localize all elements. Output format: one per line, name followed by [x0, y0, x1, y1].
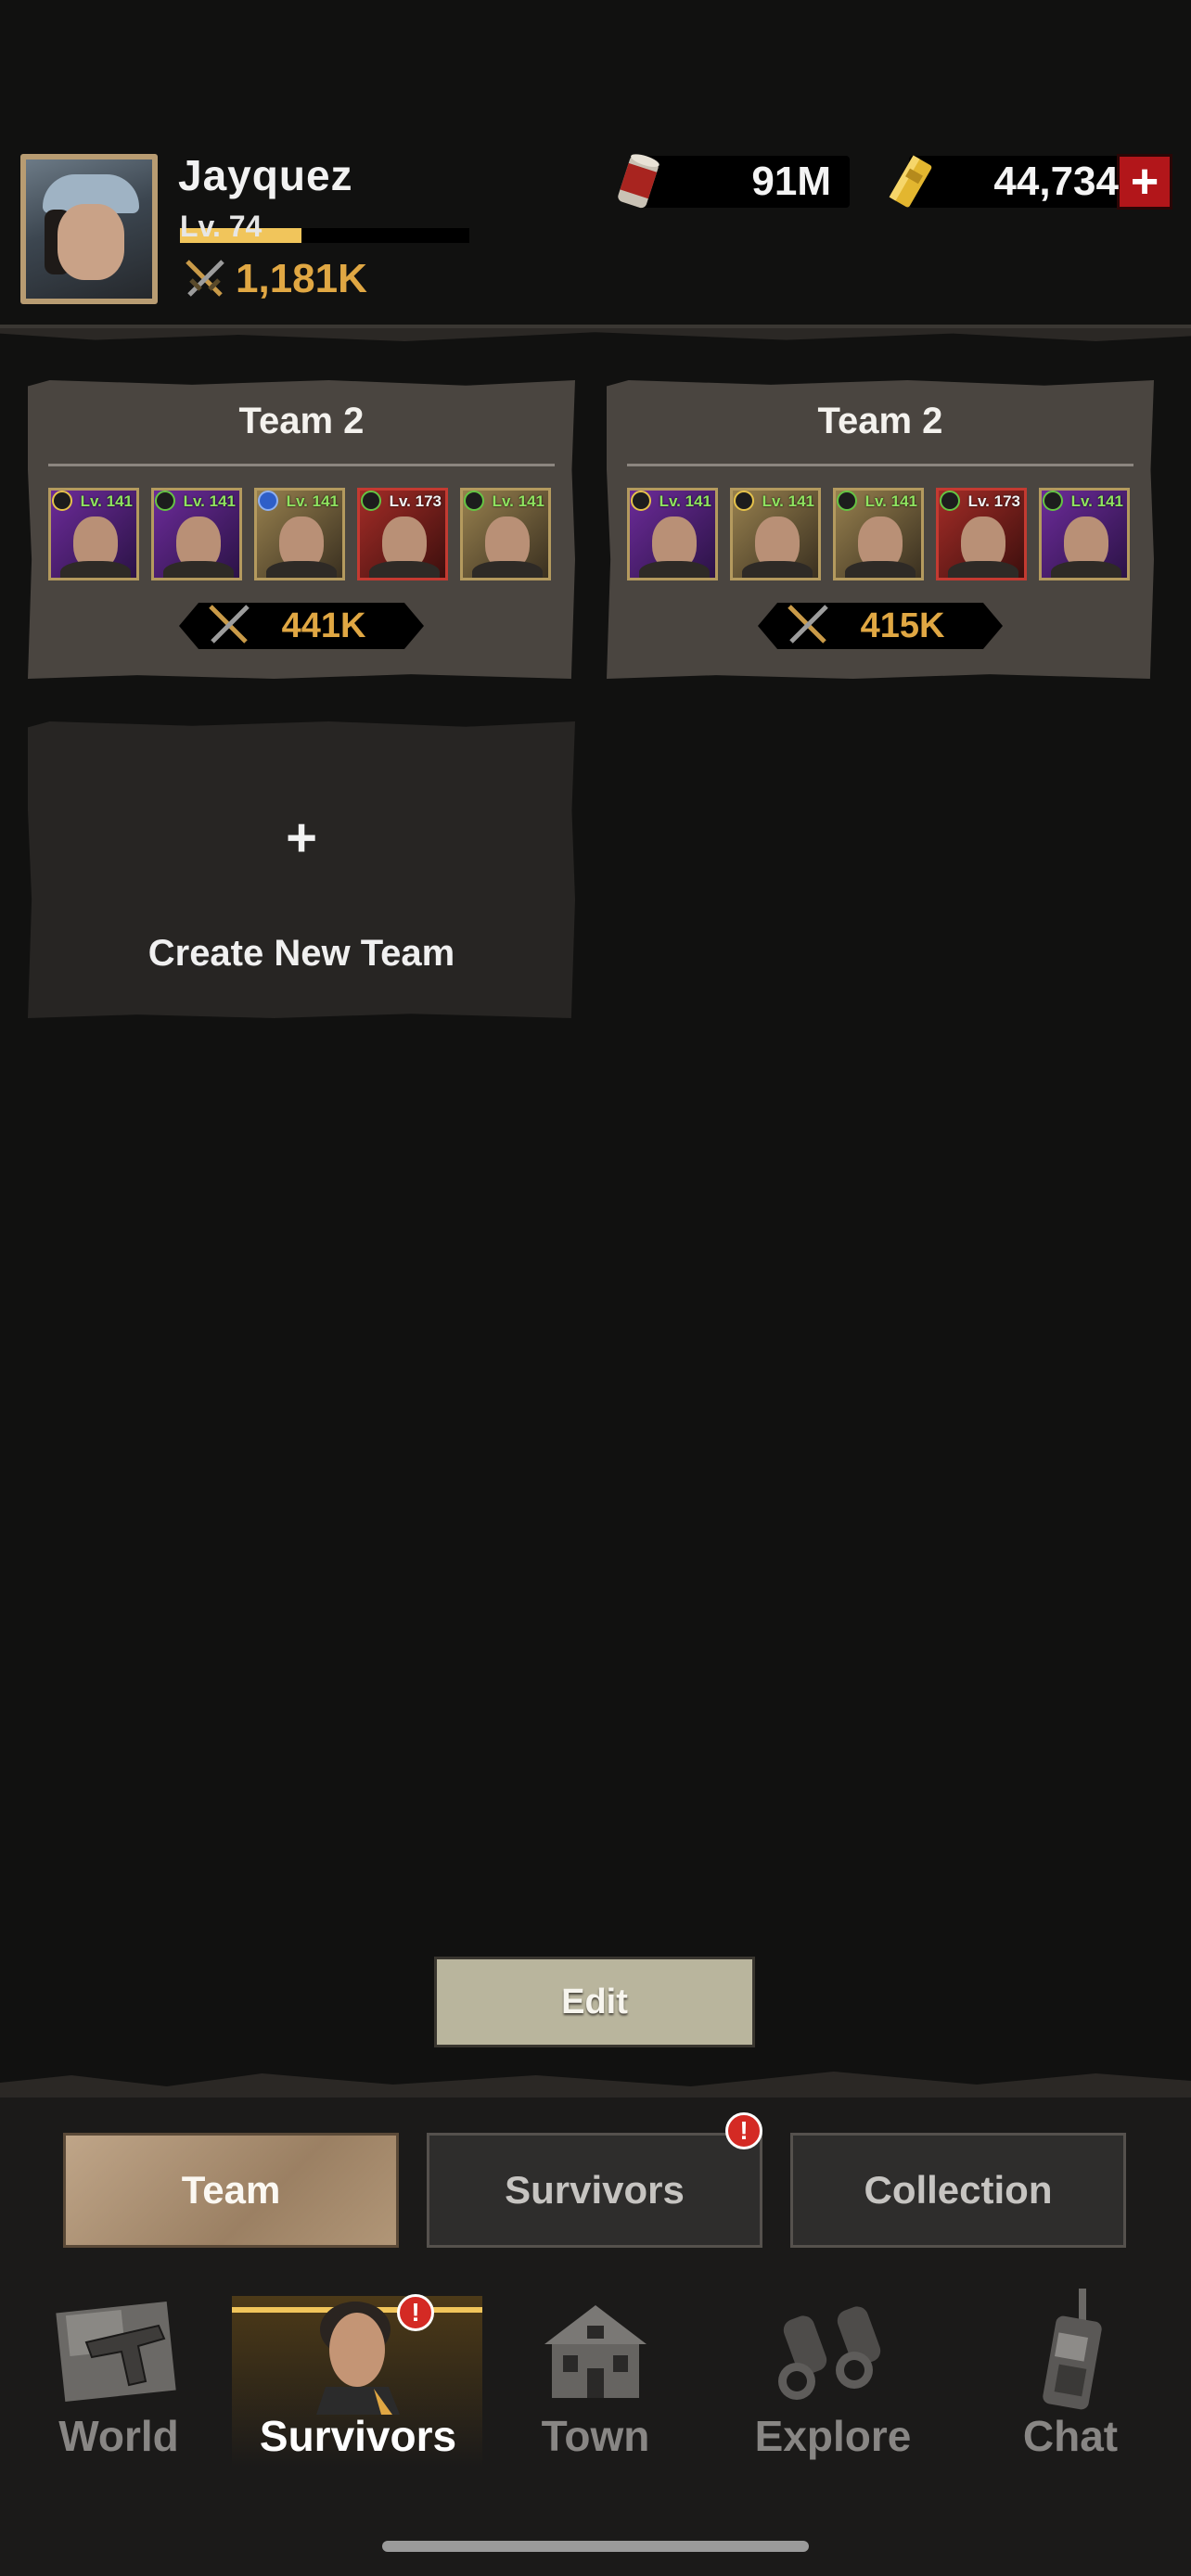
crossed-swords-icon [209, 605, 250, 644]
faction-badge-icon [1043, 491, 1063, 511]
nav-label: World [58, 2412, 179, 2460]
nav-label: Survivors [259, 2412, 457, 2460]
team-card-1[interactable]: Team 2 Lv. 141 Lv. 141 Lv. 141 Lv. 173 L… [28, 380, 575, 679]
gold-bar-icon [889, 155, 932, 208]
crossed-swords-icon [186, 260, 224, 297]
faction-badge-icon [155, 491, 175, 511]
member-level: Lv. 173 [967, 492, 1020, 510]
house-icon [544, 2305, 647, 2398]
food-resource[interactable]: 91M [610, 148, 852, 215]
player-power: 1,181K [182, 256, 367, 302]
team-member-portrait: Lv. 141 [730, 488, 821, 580]
torn-edge-decoration [0, 2072, 1191, 2098]
nav-town[interactable]: Town [477, 2281, 714, 2467]
team-card-2[interactable]: Team 2 Lv. 141 Lv. 141 Lv. 141 Lv. 173 L… [607, 380, 1154, 679]
alert-badge-icon: ! [725, 2112, 762, 2149]
member-level: Lv. 141 [864, 492, 917, 510]
faction-badge-icon [361, 491, 381, 511]
tab-survivors[interactable]: Survivors [427, 2133, 762, 2248]
team-title: Team 2 [238, 401, 365, 441]
member-level: Lv. 141 [762, 492, 814, 510]
faction-badge-icon [258, 491, 278, 511]
team-title: Team 2 [817, 401, 943, 441]
food-amount: 91M [751, 159, 831, 204]
team-member-portrait: Lv. 173 [357, 488, 448, 580]
create-new-team-button[interactable]: + Create New Team [28, 721, 575, 1018]
nav-survivors[interactable]: Survivors [239, 2281, 477, 2467]
edit-button[interactable]: Edit [434, 1957, 755, 2047]
member-level: Lv. 141 [659, 492, 711, 510]
canned-food-icon [618, 154, 660, 209]
team-member-portrait: Lv. 173 [936, 488, 1027, 580]
team-power: 441K [179, 603, 424, 649]
member-level: Lv. 173 [389, 492, 442, 510]
crossed-swords-icon [788, 605, 828, 644]
team-member-portrait: Lv. 141 [833, 488, 924, 580]
team-divider [627, 464, 1133, 466]
team-member-portrait: Lv. 141 [1039, 488, 1130, 580]
team-member-portrait: Lv. 141 [48, 488, 139, 580]
member-level: Lv. 141 [286, 492, 339, 510]
revolver-map-icon [56, 2301, 176, 2403]
plus-icon: + [286, 808, 317, 868]
nav-label: Chat [1022, 2412, 1119, 2460]
team-members: Lv. 141 Lv. 141 Lv. 141 Lv. 173 Lv. 141 [48, 488, 551, 580]
team-power: 415K [758, 603, 1003, 649]
faction-badge-icon [940, 491, 960, 511]
gold-resource[interactable]: 44,734 + [883, 148, 1172, 215]
faction-badge-icon [734, 491, 754, 511]
team-member-portrait: Lv. 141 [151, 488, 242, 580]
avatar-portrait [26, 159, 152, 299]
gold-amount: 44,734 [993, 159, 1119, 204]
tab-team[interactable]: Team [63, 2133, 399, 2248]
nav-label: Town [541, 2412, 650, 2460]
binoculars-icon [778, 2306, 881, 2400]
player-name: Jayquez [178, 151, 353, 199]
torn-edge-decoration [0, 328, 1191, 341]
alert-badge-icon: ! [397, 2294, 434, 2331]
walkie-talkie-icon [1043, 2289, 1102, 2410]
team-divider [48, 464, 555, 466]
nav-label: Explore [754, 2412, 912, 2460]
member-level: Lv. 141 [1070, 492, 1123, 510]
member-level: Lv. 141 [80, 492, 133, 510]
team-power-value: 415K [860, 606, 945, 645]
faction-badge-icon [837, 491, 857, 511]
home-indicator[interactable] [382, 2541, 809, 2552]
team-member-portrait: Lv. 141 [627, 488, 718, 580]
add-gold-button[interactable]: + [1117, 154, 1172, 210]
header-divider [0, 325, 1191, 328]
team-members: Lv. 141 Lv. 141 Lv. 141 Lv. 173 Lv. 141 [627, 488, 1130, 580]
nav-chat[interactable]: Chat [952, 2281, 1189, 2467]
faction-badge-icon [631, 491, 651, 511]
create-new-team-label: Create New Team [147, 933, 455, 974]
member-level: Lv. 141 [183, 492, 236, 510]
member-level: Lv. 141 [492, 492, 544, 510]
player-avatar[interactable] [20, 154, 158, 304]
faction-badge-icon [52, 491, 72, 511]
team-power-value: 441K [281, 606, 366, 645]
team-member-portrait: Lv. 141 [460, 488, 551, 580]
tab-collection[interactable]: Collection [790, 2133, 1126, 2248]
player-level: Lv. 74 [180, 210, 263, 243]
nav-explore[interactable]: Explore [714, 2281, 952, 2467]
nav-world[interactable]: World [0, 2281, 237, 2467]
player-power-value: 1,181K [236, 256, 367, 301]
team-member-portrait: Lv. 141 [254, 488, 345, 580]
faction-badge-icon [464, 491, 484, 511]
